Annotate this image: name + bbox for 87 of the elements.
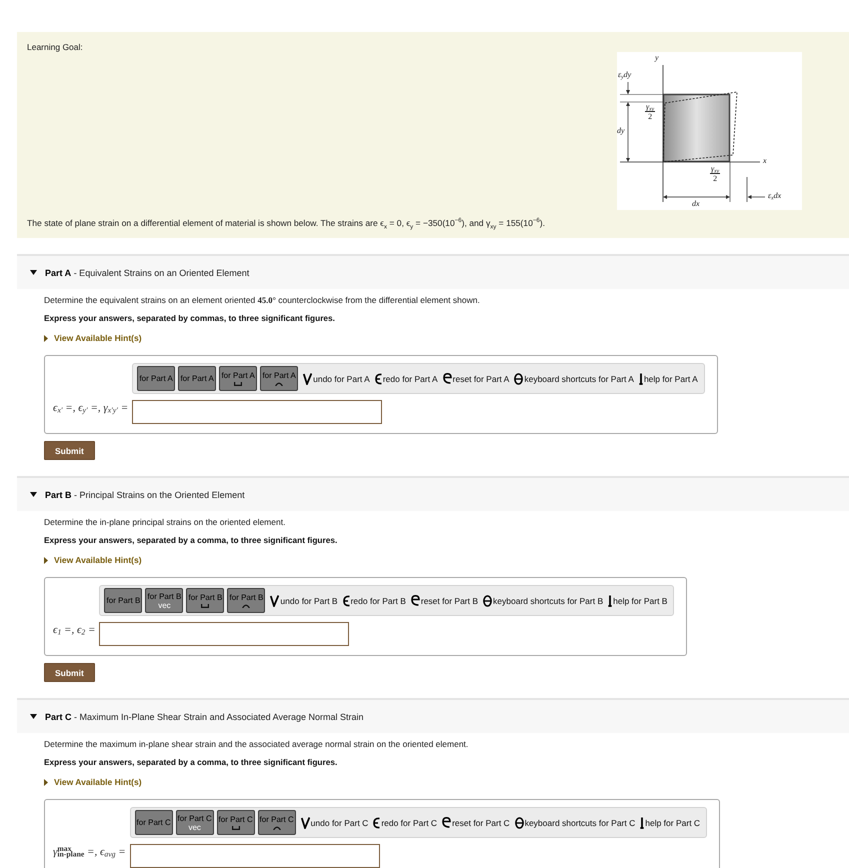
goal-text: The state of plane strain on a differential element of material is shown below. The strains are ϵ$_{x}$ = 0, ϵ$_{y}$ = −350(10$^{−6}$), and γ$_{xy}$ = 155(10$^{−6}$). <box>27 217 546 229</box>
theta-icon <box>514 372 524 384</box>
section-title: Learning Goal: <box>27 42 83 52</box>
help-button[interactable]: help for Part C <box>640 816 700 828</box>
letter-e-icon <box>442 817 452 828</box>
epsilon-icon <box>373 816 380 828</box>
vertical-bar-icon <box>638 372 643 384</box>
help-button[interactable]: help for Part B <box>608 594 668 606</box>
arc-icon <box>242 604 250 608</box>
axis-label: y <box>655 53 659 62</box>
part-header[interactable]: Part B - Principal Strains on the Oriented Element <box>17 476 849 511</box>
theta-icon <box>514 816 524 828</box>
redo-button[interactable]: redo for Part C <box>373 816 438 828</box>
question-text: Determine the in-plane principal strains on the oriented element. <box>44 516 286 529</box>
theta-icon <box>483 594 492 606</box>
instruction-text: Express your answers, separated by commas, to three significant figures. <box>44 312 336 325</box>
undo-button[interactable]: undo for Part C <box>300 816 368 828</box>
help-button[interactable]: help for Part A <box>638 372 698 384</box>
toolbar-button[interactable]: for Part B vec <box>145 588 184 613</box>
toolbar-button[interactable]: for Part B <box>227 588 266 613</box>
toolbar-button[interactable]: for Part C vec <box>176 810 214 835</box>
strain-label: ε$_{y}$dy <box>618 70 632 79</box>
epsilon-icon <box>374 372 382 384</box>
undo-button[interactable]: undo for Part B <box>270 594 338 606</box>
letter-e-icon <box>410 595 420 606</box>
instruction-text: Express your answers, separated by a comma, to three significant figures. <box>44 534 338 547</box>
toolbar-button[interactable]: for Part A <box>178 366 216 391</box>
redo-button[interactable]: redo for Part A <box>374 372 438 384</box>
hint-link[interactable]: View Available Hint(s) <box>44 776 142 789</box>
toolbar-button[interactable]: for Part B <box>186 588 224 613</box>
shear-fraction-label: γ$_{xy}$ 2 <box>645 102 656 121</box>
part-header[interactable]: Part C - Maximum In-Plane Shear Strain and Associated Average Normal Strain <box>17 698 849 733</box>
redo-button[interactable]: redo for Part B <box>342 594 406 606</box>
toolbar-button[interactable]: for Part C <box>134 810 173 835</box>
toolbar-button[interactable]: for Part B <box>104 588 142 613</box>
strain-arrow <box>626 82 630 94</box>
hint-link[interactable]: View Available Hint(s) <box>44 554 142 567</box>
toolbar-button[interactable]: for Part A <box>260 366 298 391</box>
extension-line <box>746 176 748 202</box>
answer-label: ϵ$_{x′}$ =, ϵ$_{y′}$ =, γ$_{x′y′}$ = <box>52 402 128 415</box>
toolbar-button[interactable]: for Part A <box>219 366 258 391</box>
vertical-bar-icon <box>608 594 612 606</box>
instruction-text: Express your answers, separated by a comma, to three significant figures. <box>44 756 338 769</box>
question-text: Determine the maximum in-plane shear strain and the associated average normal strain on the oriented element. <box>44 738 470 751</box>
vertical-bar-icon <box>640 816 644 828</box>
submit-button[interactable]: Submit <box>44 663 95 682</box>
undo-button[interactable]: undo for Part A <box>303 372 370 384</box>
axis-label: x <box>763 156 767 165</box>
arc-icon <box>272 826 281 830</box>
letter-v-icon <box>270 594 280 606</box>
dimension-arrow <box>663 195 730 199</box>
answer-input[interactable] <box>130 844 380 868</box>
dimension-label: dy <box>617 126 625 135</box>
hint-link[interactable]: View Available Hint(s) <box>44 332 142 345</box>
cup-icon <box>232 826 240 830</box>
dimension-label: dx <box>692 199 700 208</box>
toolbar-button[interactable]: for Part C <box>258 810 296 835</box>
part-title: Part B - Principal Strains on the Oriented Element <box>45 490 245 500</box>
answer-label: ϵ$_{1}$ =, ϵ$_{2}$ = <box>52 624 96 637</box>
part-title: Part A - Equivalent Strains on an Oriented Element <box>45 268 250 278</box>
answer-input[interactable] <box>132 400 382 424</box>
strain-label: ε$_{x}$dx <box>768 191 782 200</box>
arc-icon <box>275 382 284 386</box>
extension-line <box>620 94 664 95</box>
epsilon-icon <box>342 594 350 606</box>
part-header[interactable]: Part A - Equivalent Strains on an Oriented Element <box>17 254 849 289</box>
toolbar-button[interactable]: for Part A <box>137 366 176 391</box>
letter-v-icon <box>300 816 310 828</box>
letter-e-icon <box>442 373 452 384</box>
keyboard-shortcuts-button[interactable]: keyboard shortcuts for Part B <box>483 594 604 606</box>
part-title: Part C - Maximum In-Plane Shear Strain and Associated Average Normal Strain <box>45 712 364 722</box>
cup-icon <box>201 604 210 608</box>
question-text: Determine the equivalent strains on an element oriented 45.0° counterclockwise from the differential element shown. <box>44 294 481 307</box>
keyboard-shortcuts-button[interactable]: keyboard shortcuts for Part A <box>514 372 634 384</box>
answer-input[interactable] <box>99 622 350 646</box>
strain-arrow <box>748 195 766 199</box>
reset-button[interactable]: reset for Part B <box>410 595 478 606</box>
submit-button[interactable]: Submit <box>44 441 95 460</box>
dimension-arrow <box>626 102 630 162</box>
reset-button[interactable]: reset for Part C <box>442 817 510 828</box>
cup-icon <box>234 382 242 386</box>
letter-v-icon <box>303 372 312 384</box>
reset-button[interactable]: reset for Part A <box>442 373 510 384</box>
answer-label: γ$^{max}$$_{in-plane}$ =, ϵ$_{avg}$ = <box>52 846 126 859</box>
toolbar-button[interactable]: for Part C <box>216 810 255 835</box>
shear-fraction-label: γ$_{xy}$ 2 <box>710 164 720 183</box>
keyboard-shortcuts-button[interactable]: keyboard shortcuts for Part C <box>514 816 636 828</box>
